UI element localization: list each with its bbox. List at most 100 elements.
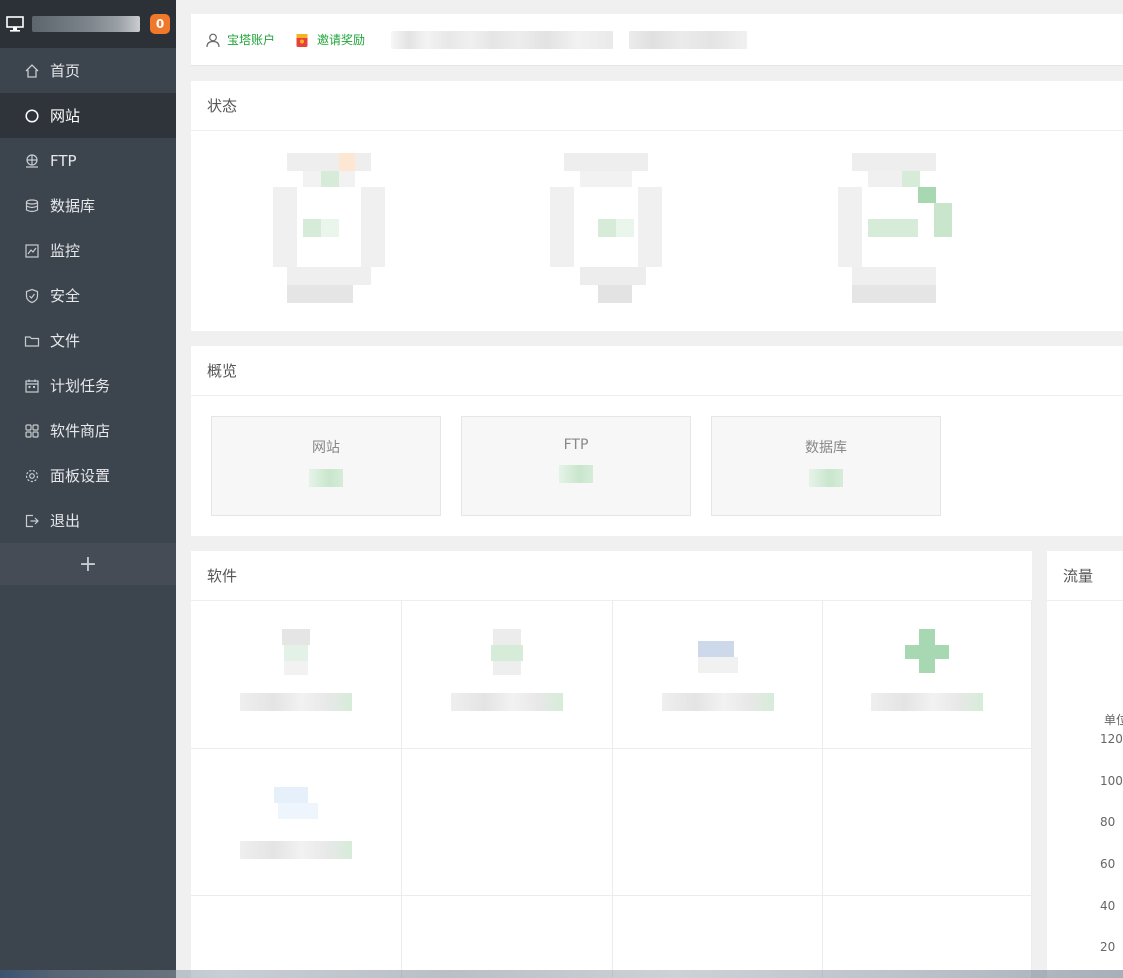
traffic-panel: 流量 单位 120 100 80 60 40 20: [1047, 551, 1123, 978]
logout-icon: [24, 513, 40, 529]
traffic-unit-label: 单位: [1104, 713, 1123, 727]
overview-count-redacted: [559, 465, 593, 483]
overview-card-label: 数据库: [805, 440, 847, 456]
software-item[interactable]: [402, 601, 613, 749]
overview-count-redacted: [309, 469, 343, 487]
traffic-tick-label: 40: [1100, 899, 1116, 913]
software-empty-slot: [823, 896, 1032, 978]
sidebar-item-security[interactable]: 安全: [0, 273, 176, 318]
add-server-button[interactable]: +: [0, 543, 176, 585]
sidebar-item-label: 安全: [50, 287, 81, 305]
software-item[interactable]: [823, 601, 1032, 749]
traffic-tick-label: 20: [1100, 940, 1116, 954]
sidebar-menu: 首页 网站 FTP 数据库 监控 安全 文件 计划任务 软件商店 面板设置 退出: [0, 48, 176, 543]
database-icon: [24, 198, 40, 214]
traffic-title: 流量: [1047, 551, 1123, 601]
status-title: 状态: [191, 81, 1123, 131]
sidebar-item-label: 软件商店: [50, 422, 111, 440]
sidebar-item-cron[interactable]: 计划任务: [0, 363, 176, 408]
overview-count-redacted: [809, 469, 843, 487]
software-item[interactable]: [613, 601, 823, 749]
invite-link[interactable]: 邀请奖励: [295, 31, 365, 48]
sidebar-item-store[interactable]: 软件商店: [0, 408, 176, 453]
sidebar-item-label: 文件: [50, 332, 81, 350]
calendar-icon: [24, 378, 40, 394]
software-icon-redacted: [491, 629, 523, 675]
redacted-info: [391, 30, 614, 49]
traffic-tick-label: 80: [1100, 815, 1116, 829]
home-icon: [24, 63, 40, 79]
globe-icon: [24, 108, 40, 124]
traffic-tick-label: 100: [1100, 774, 1123, 788]
software-icon-redacted: [905, 629, 949, 673]
software-icon-redacted: [697, 641, 738, 673]
sidebar-item-label: 网站: [50, 107, 81, 125]
software-icon-redacted: [274, 787, 318, 819]
gift-icon: [295, 32, 311, 48]
software-item[interactable]: [191, 749, 402, 896]
folder-icon: [24, 333, 40, 349]
software-name-redacted: [240, 693, 352, 711]
software-empty-slot: [402, 896, 613, 978]
status-panel: 状态: [191, 81, 1123, 331]
software-name-redacted: [871, 693, 983, 711]
overview-card-label: 网站: [312, 440, 340, 456]
sidebar-item-label: 首页: [50, 62, 81, 80]
server-name-redacted: [32, 16, 140, 32]
gear-icon: [24, 468, 40, 484]
software-item[interactable]: [191, 601, 402, 749]
user-icon: [205, 32, 221, 48]
sidebar: 0 首页 网站 FTP 数据库 监控 安全 文件 计划任务 软件商店 面板设置 …: [0, 0, 176, 978]
software-empty-slot: [613, 896, 823, 978]
grid-icon: [24, 423, 40, 439]
traffic-tick-label: 120: [1100, 732, 1123, 746]
sidebar-item-label: 数据库: [50, 197, 96, 215]
sidebar-item-label: FTP: [50, 151, 77, 170]
redacted-info: [629, 30, 748, 49]
ftp-icon: [24, 153, 40, 169]
sidebar-item-files[interactable]: 文件: [0, 318, 176, 363]
notification-badge[interactable]: 0: [150, 14, 170, 34]
sidebar-item-label: 面板设置: [50, 467, 111, 485]
overview-card-label: FTP: [563, 437, 589, 453]
overview-panel: 概览 网站 FTP 数据库: [191, 346, 1123, 536]
software-name-redacted: [240, 841, 352, 859]
software-empty-slot: [823, 749, 1032, 896]
sidebar-item-home[interactable]: 首页: [0, 48, 176, 93]
monitor-chart-icon: [24, 243, 40, 259]
software-name-redacted: [451, 693, 563, 711]
sidebar-item-website[interactable]: 网站: [0, 93, 176, 138]
sidebar-item-label: 监控: [50, 242, 81, 260]
load-gauge-redacted[interactable]: [269, 151, 389, 311]
cpu-gauge-redacted[interactable]: [546, 151, 666, 311]
invite-label: 邀请奖励: [317, 33, 366, 47]
software-name-redacted: [661, 693, 774, 711]
software-empty-slot: [613, 749, 823, 896]
software-empty-slot: [191, 896, 402, 978]
software-title: 软件: [191, 551, 1032, 601]
memory-gauge-redacted[interactable]: [834, 151, 954, 311]
sidebar-item-label: 计划任务: [50, 377, 111, 395]
software-panel: 软件: [191, 551, 1032, 978]
sidebar-header: 0: [0, 0, 176, 48]
taskbar-strip: [0, 970, 1123, 978]
traffic-tick-label: 60: [1100, 857, 1116, 871]
sidebar-item-database[interactable]: 数据库: [0, 183, 176, 228]
account-link[interactable]: 宝塔账户: [205, 31, 275, 48]
overview-card-database[interactable]: 数据库: [711, 416, 941, 516]
sidebar-item-settings[interactable]: 面板设置: [0, 453, 176, 498]
shield-icon: [24, 288, 40, 304]
account-label: 宝塔账户: [227, 33, 276, 47]
overview-title: 概览: [191, 346, 1123, 396]
overview-card-ftp[interactable]: FTP: [461, 416, 691, 516]
monitor-icon: [6, 16, 24, 32]
top-bar: 宝塔账户 邀请奖励: [191, 14, 1123, 66]
sidebar-item-logout[interactable]: 退出: [0, 498, 176, 543]
sidebar-item-label: 退出: [50, 512, 81, 530]
software-icon-redacted: [282, 629, 310, 675]
overview-card-websites[interactable]: 网站: [211, 416, 441, 516]
software-empty-slot: [402, 749, 613, 896]
sidebar-item-ftp[interactable]: FTP: [0, 138, 176, 183]
software-grid: [191, 601, 1032, 978]
sidebar-item-monitor[interactable]: 监控: [0, 228, 176, 273]
